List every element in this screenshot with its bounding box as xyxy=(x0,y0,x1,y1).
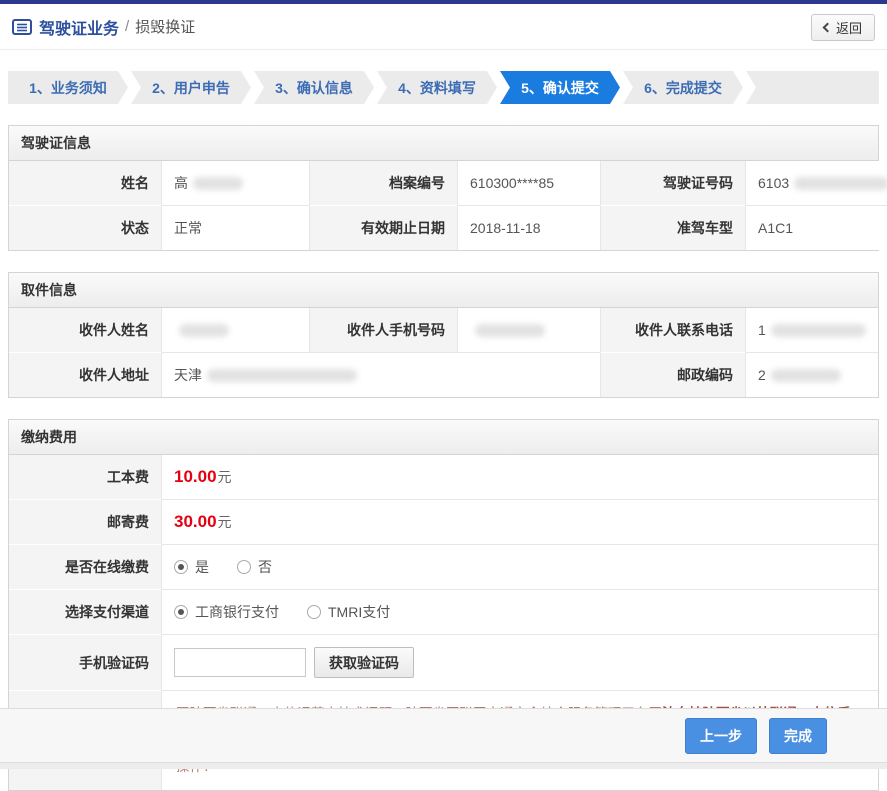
vehicle-class-value: A1C1 xyxy=(745,205,887,250)
recipient-address-value: 天津 xyxy=(161,352,600,397)
channel-tmri-radio[interactable]: TMRI支付 xyxy=(307,602,390,622)
license-info-section: 驾驶证信息 姓名 高 档案编号 610300****85 驾驶证号码 6103 … xyxy=(8,125,887,251)
postage-fee-amount: 30.00 xyxy=(174,512,217,531)
name-value: 高 xyxy=(161,161,309,205)
postage-fee-label: 邮寄费 xyxy=(9,499,161,544)
action-footer: 上一步 完成 xyxy=(0,708,887,762)
production-fee-label: 工本费 xyxy=(9,455,161,499)
redaction-blur xyxy=(193,176,243,190)
radio-selected-icon xyxy=(174,560,188,574)
name-label: 姓名 xyxy=(9,161,161,205)
step-2-user-declaration: 2、用户申告 xyxy=(131,71,251,104)
finish-button[interactable]: 完成 xyxy=(769,717,827,754)
back-button[interactable]: 返回 xyxy=(810,14,875,41)
postal-code-value: 2 xyxy=(745,352,878,397)
redaction-blur xyxy=(794,176,887,190)
step-bar-filler xyxy=(746,71,879,104)
sms-code-row: 获取验证码 xyxy=(161,634,878,690)
step-1-business-notes: 1、业务须知 xyxy=(8,71,128,104)
page-title: 驾驶证业务 xyxy=(39,20,120,38)
license-info-title: 驾驶证信息 xyxy=(9,126,878,161)
menu-list-icon xyxy=(12,18,32,35)
radio-unselected-icon xyxy=(307,605,321,619)
recipient-mobile-value xyxy=(457,308,600,352)
recipient-phone-value: 1 xyxy=(745,308,878,352)
vehicle-class-label: 准驾车型 xyxy=(600,205,745,250)
step-wizard: 1、业务须知 2、用户申告 3、确认信息 4、资料填写 5、确认提交 6、完成提… xyxy=(8,71,879,104)
status-label: 状态 xyxy=(9,205,161,250)
get-code-button[interactable]: 获取验证码 xyxy=(314,647,414,678)
redaction-blur xyxy=(475,323,545,337)
postal-code-label: 邮政编码 xyxy=(600,352,745,397)
pay-channel-label: 选择支付渠道 xyxy=(9,589,161,634)
recipient-phone-label: 收件人联系电话 xyxy=(600,308,745,352)
previous-step-button[interactable]: 上一步 xyxy=(685,717,757,754)
step-4-fill-data: 4、资料填写 xyxy=(377,71,497,104)
sms-code-input[interactable] xyxy=(174,648,306,677)
production-fee-amount: 10.00 xyxy=(174,467,217,486)
sms-code-label: 手机验证码 xyxy=(9,634,161,690)
page-bottom-strip xyxy=(0,762,887,769)
step-6-complete-submit: 6、完成提交 xyxy=(623,71,743,104)
redaction-blur xyxy=(770,323,866,337)
recipient-mobile-label: 收件人手机号码 xyxy=(309,308,457,352)
online-pay-label: 是否在线缴费 xyxy=(9,544,161,589)
recipient-name-label: 收件人姓名 xyxy=(9,308,161,352)
recipient-address-label: 收件人地址 xyxy=(9,352,161,397)
license-no-label: 驾驶证号码 xyxy=(600,161,745,205)
recipient-name-value xyxy=(161,308,309,352)
online-pay-yes-radio[interactable]: 是 xyxy=(174,557,209,577)
pay-channel-options: 工商银行支付 TMRI支付 xyxy=(161,589,878,634)
license-no-value: 6103 xyxy=(745,161,887,205)
page-header: 驾驶证业务 / 损毁换证 返回 xyxy=(0,4,887,50)
online-pay-no-radio[interactable]: 否 xyxy=(237,557,272,577)
radio-unselected-icon xyxy=(237,560,251,574)
step-5-confirm-submit: 5、确认提交 xyxy=(500,71,620,104)
file-no-value: 610300****85 xyxy=(457,161,600,205)
payment-title: 缴纳费用 xyxy=(9,420,878,455)
back-button-label: 返回 xyxy=(835,21,862,36)
online-pay-options: 是 否 xyxy=(161,544,878,589)
step-3-confirm-info: 3、确认信息 xyxy=(254,71,374,104)
postage-fee-value: 30.00 元 xyxy=(161,499,878,544)
pickup-info-section: 取件信息 收件人姓名 收件人手机号码 收件人联系电话 1 收件人地址 天津 邮政… xyxy=(8,272,879,398)
channel-icbc-radio[interactable]: 工商银行支付 xyxy=(174,602,279,622)
status-value: 正常 xyxy=(161,205,309,250)
pickup-info-title: 取件信息 xyxy=(9,273,878,308)
redaction-blur xyxy=(179,323,229,337)
breadcrumb-divider: / xyxy=(125,18,130,35)
production-fee-unit: 元 xyxy=(217,469,232,485)
expiry-label: 有效期止日期 xyxy=(309,205,457,250)
back-chevron-icon xyxy=(822,22,833,33)
postage-fee-unit: 元 xyxy=(217,514,232,530)
redaction-blur xyxy=(207,368,357,382)
expiry-value: 2018-11-18 xyxy=(457,205,600,250)
production-fee-value: 10.00 元 xyxy=(161,455,878,499)
radio-selected-icon xyxy=(174,605,188,619)
redaction-blur xyxy=(770,368,841,382)
file-no-label: 档案编号 xyxy=(309,161,457,205)
breadcrumb-current: 损毁换证 xyxy=(135,19,196,36)
